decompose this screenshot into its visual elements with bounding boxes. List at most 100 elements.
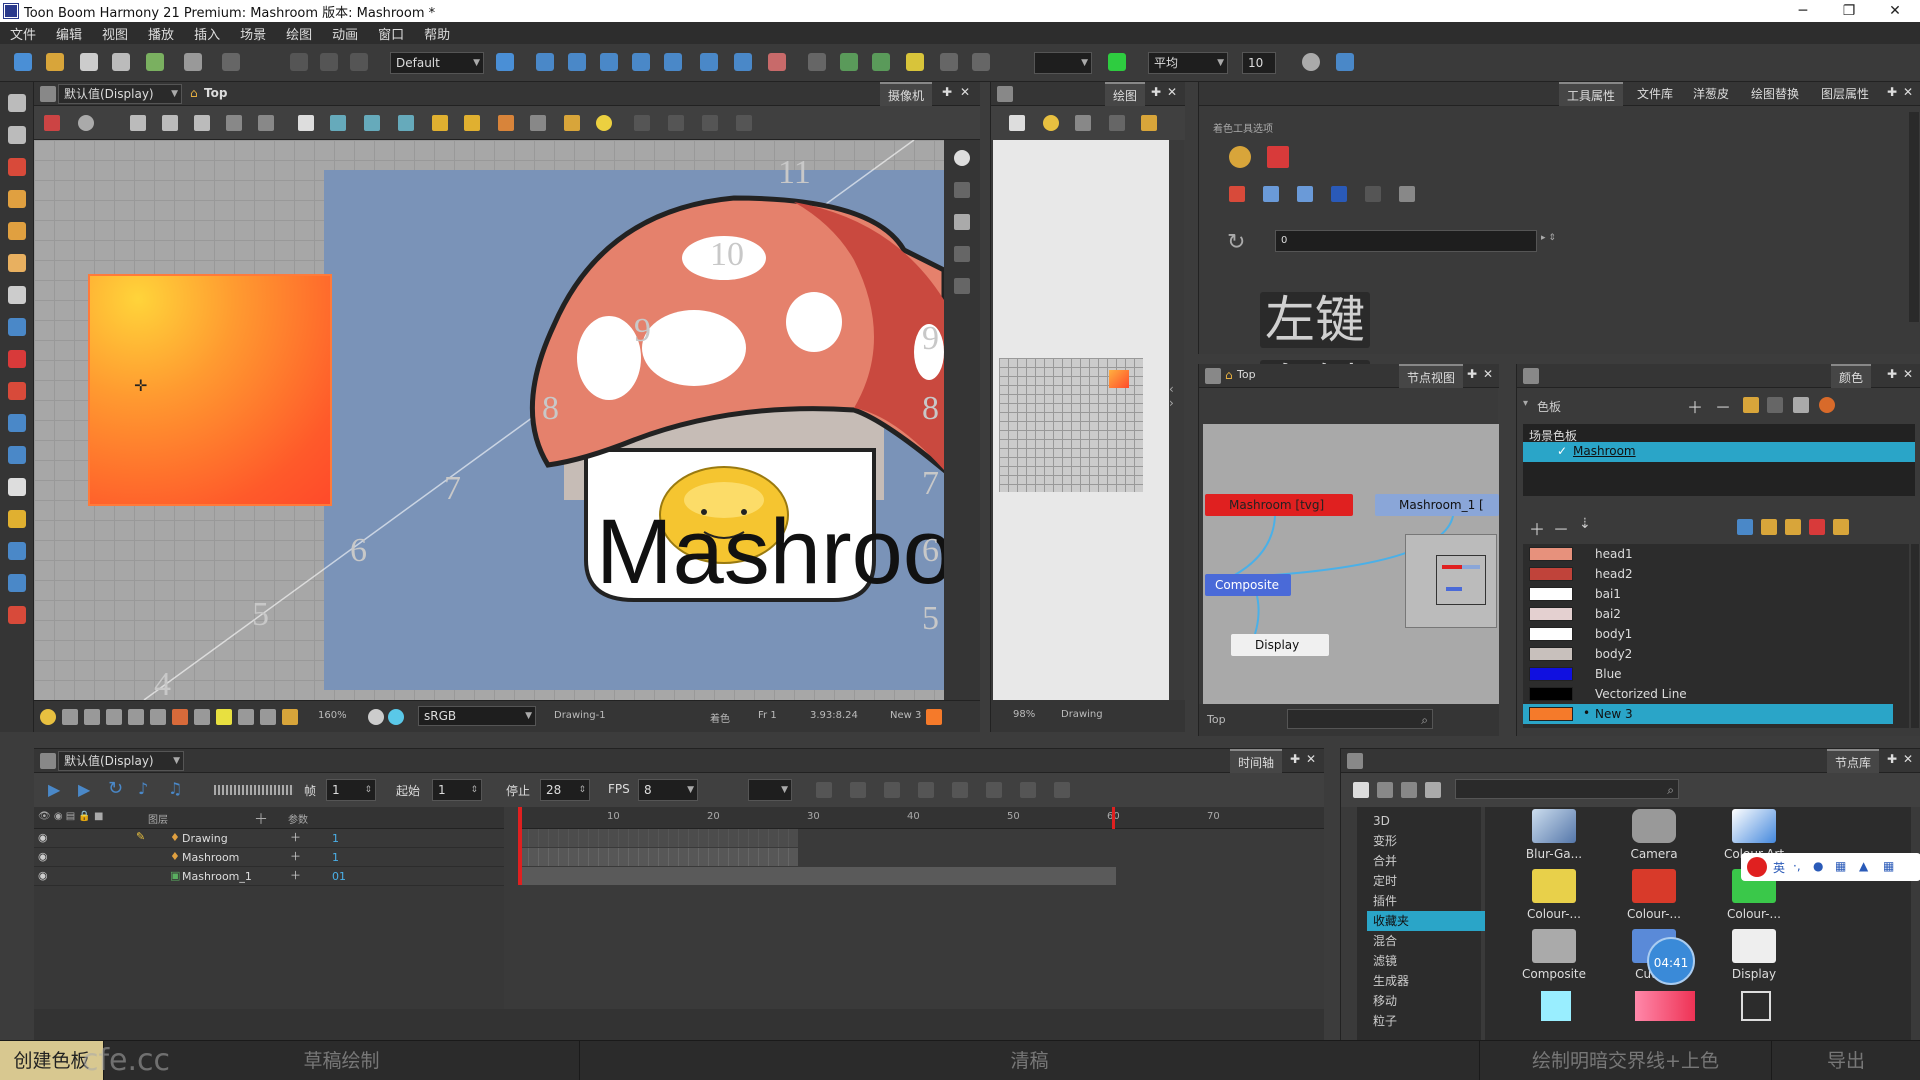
layer-add-icon[interactable]: ＋	[290, 867, 301, 883]
smoothing-value-field[interactable]: 10	[1242, 52, 1276, 74]
category-move[interactable]: 移动	[1367, 991, 1487, 1011]
pivot-icon[interactable]	[768, 53, 786, 71]
swatch-row[interactable]: body1	[1523, 624, 1893, 644]
swatch-row[interactable]: body2	[1523, 644, 1893, 664]
color-space-icon[interactable]	[388, 709, 404, 725]
paint-unpainted-icon[interactable]	[1229, 186, 1245, 202]
tab-drawing-substitution[interactable]: 绘图替换	[1743, 82, 1807, 106]
loop-icon[interactable]: ↻	[108, 778, 123, 799]
save-as-icon[interactable]	[112, 53, 130, 71]
hierarchy-icon[interactable]	[872, 53, 890, 71]
layers-above-icon[interactable]	[954, 246, 970, 262]
breadcrumb[interactable]: Top	[204, 86, 227, 100]
swatch-row[interactable]: bai1	[1523, 584, 1893, 604]
maximize-button[interactable]: ❐	[1826, 0, 1872, 22]
mashroom-1-exposure[interactable]	[518, 867, 1116, 885]
lasso-icon[interactable]	[1229, 146, 1251, 168]
speed-slider[interactable]	[214, 785, 294, 795]
select-tool-icon[interactable]	[8, 94, 26, 112]
eye-icon[interactable]	[954, 150, 970, 166]
menu-icon[interactable]	[1347, 753, 1363, 769]
play-selection-icon[interactable]: ▶	[78, 780, 90, 799]
menu-view[interactable]: 视图	[92, 24, 138, 43]
bulb-status-icon[interactable]	[40, 709, 56, 725]
menu-insert[interactable]: 插入	[184, 24, 230, 43]
add-view-icon[interactable]: ✚	[1467, 367, 1477, 381]
grid-view-icon[interactable]	[1377, 782, 1393, 798]
layer-add-icon[interactable]: ＋	[290, 848, 301, 864]
tab-tool-properties[interactable]: 工具属性	[1559, 82, 1624, 106]
close-button[interactable]: ✕	[1872, 0, 1918, 22]
layers-active-icon[interactable]	[954, 214, 970, 230]
sound-icon[interactable]: ♪	[138, 779, 148, 798]
palette-down-icon[interactable]	[1793, 397, 1809, 413]
menu-icon[interactable]	[40, 86, 56, 102]
node-mashroom-1[interactable]: Mashroom_1 [	[1375, 494, 1499, 516]
open-scene-icon[interactable]	[46, 53, 64, 71]
distribute-icon[interactable]	[258, 115, 274, 131]
menu-edit[interactable]: 编辑	[46, 24, 92, 43]
frame-icon[interactable]	[906, 53, 924, 71]
category-particles[interactable]: 粒子	[1367, 1011, 1487, 1031]
layer-icon[interactable]	[1109, 115, 1125, 131]
workspace-manager-icon[interactable]	[496, 53, 514, 71]
close-panel-icon[interactable]: ✕	[1483, 367, 1493, 381]
light-table-icon[interactable]	[564, 115, 580, 131]
ime-language[interactable]: 英	[1773, 859, 1785, 876]
ime-mic-icon[interactable]: ●	[1813, 859, 1823, 873]
category-combine[interactable]: 合并	[1367, 851, 1487, 871]
frame-ruler[interactable]: 10 20 30 40 50 60 70	[518, 807, 1324, 829]
save-icon[interactable]	[80, 53, 98, 71]
node-library-search[interactable]: ⌕	[1455, 779, 1679, 799]
brush-tool-icon[interactable]	[8, 158, 26, 176]
node-item-outline[interactable]	[1741, 991, 1771, 1021]
category-blending[interactable]: 混合	[1367, 931, 1487, 951]
zoom-level[interactable]: 160%	[318, 710, 347, 721]
swatch-row[interactable]: head2	[1523, 564, 1893, 584]
tab-node-library[interactable]: 节点库	[1827, 749, 1880, 773]
palette-item-mashroom[interactable]: ✓ Mashroom	[1523, 442, 1915, 462]
swatch-row-selected[interactable]: • New 3	[1523, 704, 1893, 724]
play-icon[interactable]: ▶	[48, 780, 60, 799]
text-tool-icon[interactable]	[8, 286, 26, 304]
color-space-dropdown[interactable]: sRGB ▼	[418, 706, 536, 726]
display-dropdown[interactable]: 默认值(Display) ▼	[58, 84, 182, 104]
add-view-icon[interactable]: ✚	[1887, 752, 1897, 766]
eraser-tool-icon[interactable]	[8, 254, 26, 272]
side-collapse[interactable]: ‹ ›	[1169, 382, 1185, 422]
minimize-button[interactable]: ─	[1780, 0, 1826, 22]
list-view-icon[interactable]	[1353, 782, 1369, 798]
tab-camera[interactable]: 摄像机	[880, 82, 933, 106]
node-canvas[interactable]: Mashroom [tvg] Mashroom_1 [ Composite Di…	[1203, 424, 1499, 704]
close-panel-icon[interactable]: ✕	[960, 85, 970, 99]
scrub-sound-icon[interactable]: ♫	[168, 779, 182, 798]
node-composite[interactable]: Composite	[1509, 929, 1599, 987]
node-breadcrumb[interactable]: Top	[1237, 368, 1256, 381]
smoothing-dropdown[interactable]: 平均 ▼	[1148, 52, 1228, 74]
palette-icon[interactable]	[1141, 115, 1157, 131]
palette-folder-icon[interactable]	[1743, 397, 1759, 413]
filter-icon[interactable]	[1401, 782, 1417, 798]
tab-onion-skin[interactable]: 洋葱皮	[1685, 82, 1737, 106]
grid-icon[interactable]	[298, 115, 314, 131]
node-blur-gaussian[interactable]: Blur-Ga...	[1509, 809, 1599, 867]
paste-icon[interactable]	[350, 53, 368, 71]
contour-editor-icon[interactable]	[8, 126, 26, 144]
camera-canvas[interactable]: ✛ Mashroom 11 10 9 8 7 6 5 4 9 8 7	[34, 140, 944, 703]
stroke-icon[interactable]	[1108, 53, 1126, 71]
add-view-icon[interactable]: ✚	[1290, 752, 1300, 766]
tool-value-field[interactable]: 0	[1275, 230, 1537, 252]
lock-colors-icon[interactable]	[1331, 186, 1347, 202]
pegs-icon[interactable]	[1054, 782, 1070, 798]
home-icon[interactable]: ⌂	[1225, 368, 1233, 382]
render-settings-icon[interactable]	[368, 709, 384, 725]
eye-toggle-icon[interactable]: ◉	[38, 831, 48, 844]
remove-palette-icon[interactable]: －	[1715, 394, 1731, 418]
camera-mask-icon[interactable]	[398, 115, 414, 131]
layer-stack-icon[interactable]	[954, 182, 970, 198]
ime-menu-icon[interactable]: ▦	[1883, 859, 1894, 873]
node-display[interactable]: Display	[1231, 634, 1329, 656]
menu-scene[interactable]: 场景	[230, 24, 276, 43]
render-status-icon[interactable]	[128, 709, 144, 725]
reset-view-icon[interactable]	[44, 115, 60, 131]
